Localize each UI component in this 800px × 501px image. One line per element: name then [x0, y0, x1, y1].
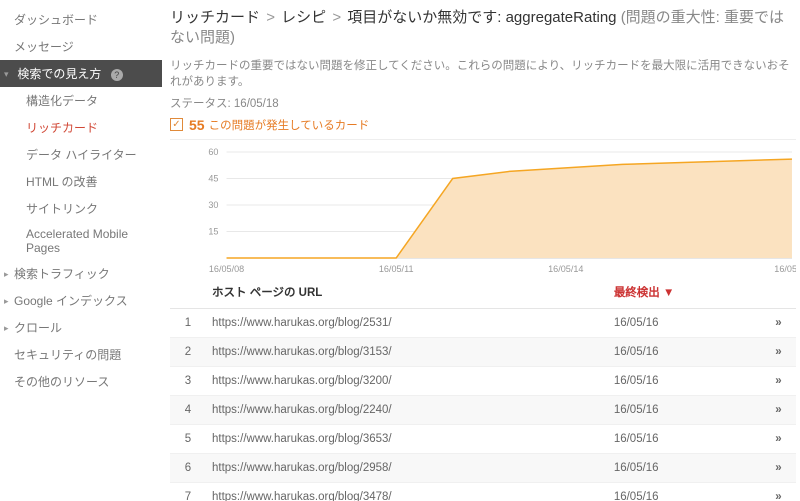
- status-value: 16/05/18: [234, 98, 279, 110]
- table-row[interactable]: 6https://www.harukas.org/blog/2958/16/05…: [170, 453, 796, 482]
- nav-sitelinks[interactable]: サイトリンク: [0, 195, 162, 222]
- row-index: 4: [170, 395, 206, 424]
- table-row[interactable]: 5https://www.harukas.org/blog/3653/16/05…: [170, 424, 796, 453]
- svg-text:16/05/18: 16/05/18: [774, 264, 796, 274]
- row-index: 5: [170, 424, 206, 453]
- nav-messages[interactable]: メッセージ: [0, 33, 162, 60]
- nav-crawl[interactable]: クロール: [0, 314, 162, 341]
- row-url[interactable]: https://www.harukas.org/blog/3478/: [206, 482, 608, 501]
- row-date: 16/05/16: [608, 482, 760, 501]
- svg-text:16/05/08: 16/05/08: [209, 264, 244, 274]
- issue-count-label: この問題が発生しているカード: [209, 117, 370, 133]
- nav-amp[interactable]: Accelerated Mobile Pages: [0, 222, 162, 260]
- row-index: 3: [170, 366, 206, 395]
- count-row: ✓ 55 この問題が発生しているカード: [170, 117, 796, 140]
- nav-search-appearance[interactable]: 検索での見え方 ?: [0, 60, 162, 87]
- chevron-right-icon: >: [266, 9, 275, 26]
- table-row[interactable]: 2https://www.harukas.org/blog/3153/16/05…: [170, 337, 796, 366]
- pages-table: ホスト ページの URL 最終検出 ▼ 1https://www.harukas…: [170, 276, 796, 501]
- row-index: 2: [170, 337, 206, 366]
- th-index: [170, 276, 206, 309]
- row-date: 16/05/16: [608, 308, 760, 337]
- th-url[interactable]: ホスト ページの URL: [206, 276, 608, 309]
- row-date: 16/05/16: [608, 453, 760, 482]
- svg-text:15: 15: [208, 226, 218, 236]
- row-date: 16/05/16: [608, 366, 760, 395]
- row-expand-icon[interactable]: »: [760, 424, 796, 453]
- checkbox-icon[interactable]: ✓: [170, 118, 183, 131]
- row-expand-icon[interactable]: »: [760, 395, 796, 424]
- row-index: 1: [170, 308, 206, 337]
- row-url[interactable]: https://www.harukas.org/blog/2531/: [206, 308, 608, 337]
- main-content: リッチカード > レシピ > 項目がないか無効です: aggregateRati…: [162, 0, 800, 501]
- sidebar: ダッシュボード メッセージ 検索での見え方 ? 構造化データ リッチカード デー…: [0, 0, 162, 501]
- nav-dashboard[interactable]: ダッシュボード: [0, 6, 162, 33]
- nav-security[interactable]: セキュリティの問題: [0, 341, 162, 368]
- row-url[interactable]: https://www.harukas.org/blog/3653/: [206, 424, 608, 453]
- row-index: 7: [170, 482, 206, 501]
- chevron-right-icon: >: [332, 9, 341, 26]
- row-expand-icon[interactable]: »: [760, 453, 796, 482]
- row-expand-icon[interactable]: »: [760, 308, 796, 337]
- breadcrumb: リッチカード > レシピ > 項目がないか無効です: aggregateRati…: [170, 6, 796, 49]
- row-url[interactable]: https://www.harukas.org/blog/2958/: [206, 453, 608, 482]
- nav-search-traffic[interactable]: 検索トラフィック: [0, 260, 162, 287]
- table-row[interactable]: 3https://www.harukas.org/blog/3200/16/05…: [170, 366, 796, 395]
- breadcrumb-rich-cards[interactable]: リッチカード: [170, 9, 260, 26]
- svg-text:60: 60: [208, 147, 218, 157]
- row-url[interactable]: https://www.harukas.org/blog/3200/: [206, 366, 608, 395]
- row-expand-icon[interactable]: »: [760, 366, 796, 395]
- nav-google-index[interactable]: Google インデックス: [0, 287, 162, 314]
- nav-data-highlighter[interactable]: データ ハイライター: [0, 141, 162, 168]
- th-actions: [760, 276, 796, 309]
- table-row[interactable]: 4https://www.harukas.org/blog/2240/16/05…: [170, 395, 796, 424]
- row-date: 16/05/16: [608, 395, 760, 424]
- breadcrumb-recipe[interactable]: レシピ: [281, 9, 326, 26]
- trend-chart: 15 30 45 60 16/05/08 16/05/11 16/05/14 16/05/18: [170, 144, 796, 276]
- help-icon[interactable]: ?: [111, 69, 123, 81]
- nav-rich-cards[interactable]: リッチカード: [0, 114, 162, 141]
- svg-text:30: 30: [208, 200, 218, 210]
- status-label: ステータス:: [170, 98, 231, 110]
- svg-text:16/05/11: 16/05/11: [379, 264, 414, 274]
- row-date: 16/05/16: [608, 424, 760, 453]
- table-row[interactable]: 7https://www.harukas.org/blog/3478/16/05…: [170, 482, 796, 501]
- nav-label: 検索での見え方: [17, 67, 101, 81]
- issue-count: 55: [189, 117, 205, 133]
- issue-description: リッチカードの重要ではない問題を修正してください。これらの問題により、リッチカー…: [170, 57, 796, 89]
- th-last-detected[interactable]: 最終検出 ▼: [608, 276, 760, 309]
- nav-html-improvements[interactable]: HTML の改善: [0, 168, 162, 195]
- row-index: 6: [170, 453, 206, 482]
- table-row[interactable]: 1https://www.harukas.org/blog/2531/16/05…: [170, 308, 796, 337]
- status-line: ステータス: 16/05/18: [170, 95, 796, 111]
- svg-text:16/05/14: 16/05/14: [548, 264, 583, 274]
- row-expand-icon[interactable]: »: [760, 482, 796, 501]
- breadcrumb-issue: 項目がないか無効です: aggregateRating: [347, 9, 616, 26]
- svg-text:45: 45: [208, 173, 218, 183]
- row-expand-icon[interactable]: »: [760, 337, 796, 366]
- nav-other-resources[interactable]: その他のリソース: [0, 368, 162, 395]
- nav-structured-data[interactable]: 構造化データ: [0, 87, 162, 114]
- row-url[interactable]: https://www.harukas.org/blog/3153/: [206, 337, 608, 366]
- row-date: 16/05/16: [608, 337, 760, 366]
- row-url[interactable]: https://www.harukas.org/blog/2240/: [206, 395, 608, 424]
- app-root: ダッシュボード メッセージ 検索での見え方 ? 構造化データ リッチカード デー…: [0, 0, 800, 501]
